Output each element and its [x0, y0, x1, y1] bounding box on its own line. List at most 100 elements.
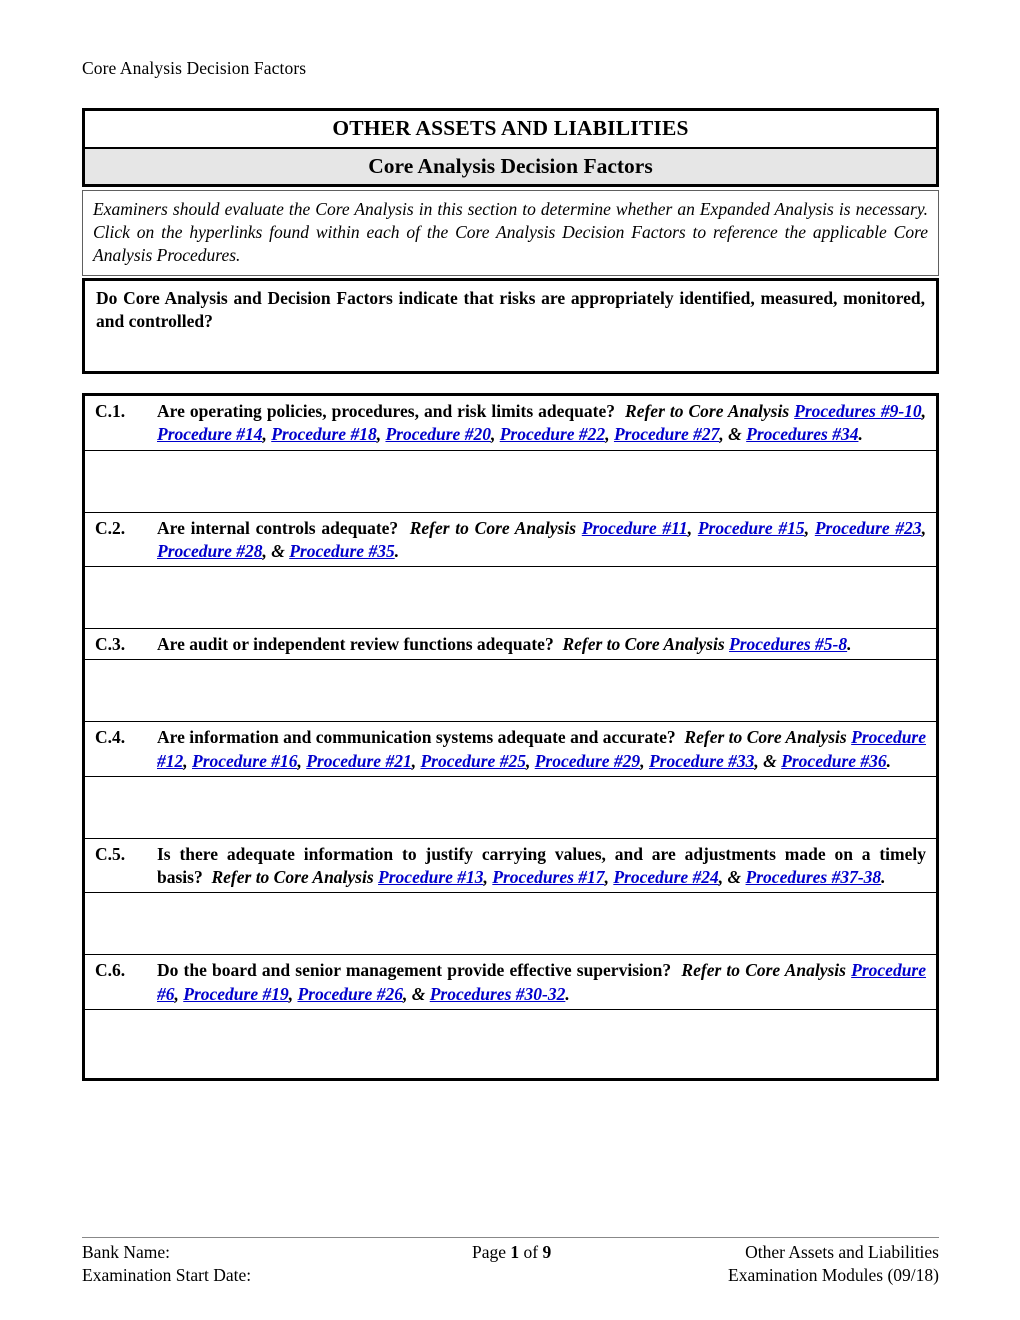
- factor-link-separator: ,: [525, 750, 535, 771]
- page-footer: Bank Name: Page 1 of 9 Other Assets and …: [82, 1241, 939, 1287]
- factor-link-conjunction: &: [763, 750, 782, 771]
- factor-answer-area[interactable]: [85, 450, 936, 513]
- procedure-link[interactable]: Procedure #24: [613, 867, 718, 887]
- factor-link-separator: ,: [718, 867, 728, 888]
- factor-answer-area[interactable]: [85, 893, 936, 956]
- factor-link-separator: ,: [183, 750, 192, 771]
- factor-refer-label: Refer to Core Analysis: [625, 401, 790, 421]
- factor-question: Are information and communication system…: [157, 727, 676, 748]
- factor-question: Do the board and senior management provi…: [157, 960, 672, 981]
- document-subtitle: Core Analysis Decision Factors: [85, 148, 936, 185]
- factor-question: Are operating policies, procedures, and …: [157, 401, 615, 421]
- footer-module-title: Other Assets and Liabilities: [745, 1242, 939, 1262]
- intro-box: Examiners should evaluate the Core Analy…: [82, 190, 939, 277]
- factor-refer-label: Refer to Core Analysis: [681, 960, 846, 981]
- document-page: Core Analysis Decision Factors OTHER ASS…: [0, 0, 1020, 1320]
- factor-link-conjunction: &: [411, 983, 430, 1004]
- factor-question: Are audit or independent review function…: [157, 634, 554, 655]
- factor-link-separator: ,: [640, 750, 649, 771]
- procedure-link[interactable]: Procedure #13: [378, 867, 483, 887]
- factor-row: C.5. Is there adequate information to jus…: [85, 839, 936, 894]
- factor-body: Is there adequate information to justify…: [157, 843, 926, 890]
- page-of: of: [523, 1242, 539, 1262]
- factor-link-separator: ,: [490, 424, 500, 445]
- factor-link-separator: ,: [604, 867, 614, 888]
- procedure-link[interactable]: Procedure #33: [649, 751, 754, 771]
- factor-body: Do the board and senior management provi…: [157, 959, 926, 1006]
- factor-number: C.3.: [95, 634, 126, 655]
- procedure-link[interactable]: Procedure #14: [157, 424, 262, 444]
- factor-body: Are audit or independent review function…: [157, 633, 926, 656]
- factor-link-separator: ,: [483, 867, 493, 888]
- procedure-link[interactable]: Procedure #20: [385, 424, 490, 444]
- procedure-link[interactable]: Procedure #16: [192, 751, 297, 771]
- factor-number: C.6.: [95, 960, 126, 981]
- procedure-link[interactable]: Procedure #15: [698, 518, 805, 538]
- factor-link-separator: ,: [921, 517, 927, 538]
- factor-link-separator: ,: [174, 983, 184, 1004]
- factor-row: C.2. Are internal controls adequate? Refe…: [85, 513, 936, 568]
- procedure-link[interactable]: Procedure #21: [306, 751, 411, 771]
- factor-refer-label: Refer to Core Analysis: [211, 867, 374, 888]
- factor-number: C.1.: [95, 401, 126, 421]
- procedure-link[interactable]: Procedures #37-38: [746, 867, 882, 887]
- factor-number: C.4.: [95, 727, 126, 748]
- exam-start-date-label: Examination Start Date:: [82, 1265, 252, 1285]
- procedure-link[interactable]: Procedure #28: [157, 541, 262, 561]
- footer-divider: [82, 1237, 939, 1238]
- footer-module-version: Examination Modules (09/18): [728, 1265, 939, 1285]
- bank-name-label: Bank Name:: [82, 1242, 170, 1262]
- decision-factors-table: C.1. Are operating policies, procedures, …: [82, 393, 939, 1081]
- factor-answer-area[interactable]: [85, 776, 936, 839]
- factor-link-separator: .: [886, 750, 892, 771]
- procedure-link[interactable]: Procedure #25: [420, 751, 525, 771]
- factor-link-separator: ,: [754, 750, 764, 771]
- factor-link-separator: .: [847, 634, 852, 655]
- footer-line-1: Bank Name: Page 1 of 9 Other Assets and …: [82, 1241, 939, 1264]
- factor-row: C.3. Are audit or independent review func…: [85, 629, 936, 661]
- procedure-link[interactable]: Procedures #17: [492, 867, 604, 887]
- procedure-link[interactable]: Procedure #35: [289, 541, 394, 561]
- factor-link-separator: ,: [719, 424, 729, 445]
- factor-refer-label: Refer to Core Analysis: [409, 517, 577, 538]
- main-question-text: Do Core Analysis and Decision Factors in…: [96, 288, 925, 332]
- procedure-link[interactable]: Procedure #19: [183, 984, 288, 1004]
- page-prefix: Page: [472, 1242, 507, 1262]
- factor-refer-label: Refer to Core Analysis: [684, 727, 847, 748]
- factor-link-separator: ,: [297, 750, 307, 771]
- procedure-link[interactable]: Procedure #26: [297, 984, 402, 1004]
- running-header: Core Analysis Decision Factors: [82, 58, 307, 78]
- factor-row: C.1. Are operating policies, procedures, …: [85, 396, 936, 451]
- procedure-link[interactable]: Procedures #34: [746, 424, 858, 444]
- factor-link-separator: ,: [262, 540, 272, 561]
- factor-link-separator: .: [394, 540, 400, 561]
- factor-link-separator: ,: [262, 424, 272, 445]
- factor-row: C.6. Do the board and senior management p…: [85, 955, 936, 1010]
- intro-text: Examiners should evaluate the Core Analy…: [93, 199, 928, 266]
- title-block: OTHER ASSETS AND LIABILITIES Core Analys…: [82, 108, 939, 188]
- factor-link-conjunction: &: [727, 867, 746, 888]
- page-total: 9: [542, 1242, 552, 1262]
- factor-link-separator: .: [881, 867, 886, 888]
- factor-link-separator: ,: [402, 983, 412, 1004]
- page-number: 1: [510, 1242, 520, 1262]
- procedure-link[interactable]: Procedure #36: [781, 751, 886, 771]
- procedure-link[interactable]: Procedure #22: [500, 424, 605, 444]
- factor-answer-area[interactable]: [85, 1009, 936, 1078]
- procedure-link[interactable]: Procedure #11: [582, 518, 688, 538]
- factor-row: C.4. Are information and communication sy…: [85, 722, 936, 777]
- factor-body: Are operating policies, procedures, and …: [157, 400, 926, 447]
- procedure-link[interactable]: Procedures #9-10: [794, 401, 922, 421]
- procedure-link[interactable]: Procedure #23: [815, 518, 922, 538]
- factor-answer-area[interactable]: [85, 567, 936, 630]
- procedure-link[interactable]: Procedure #29: [535, 751, 640, 771]
- factor-link-separator: ,: [605, 424, 614, 445]
- procedure-link[interactable]: Procedure #18: [271, 424, 376, 444]
- procedure-link[interactable]: Procedure #27: [614, 424, 719, 444]
- factor-answer-area[interactable]: [85, 660, 936, 723]
- main-question-box[interactable]: Do Core Analysis and Decision Factors in…: [82, 278, 939, 374]
- procedure-link[interactable]: Procedures #30-32: [430, 984, 566, 1004]
- factor-refer-label: Refer to Core Analysis: [562, 634, 725, 655]
- procedure-link[interactable]: Procedures #5-8: [729, 634, 847, 654]
- factor-number: C.2.: [95, 517, 126, 538]
